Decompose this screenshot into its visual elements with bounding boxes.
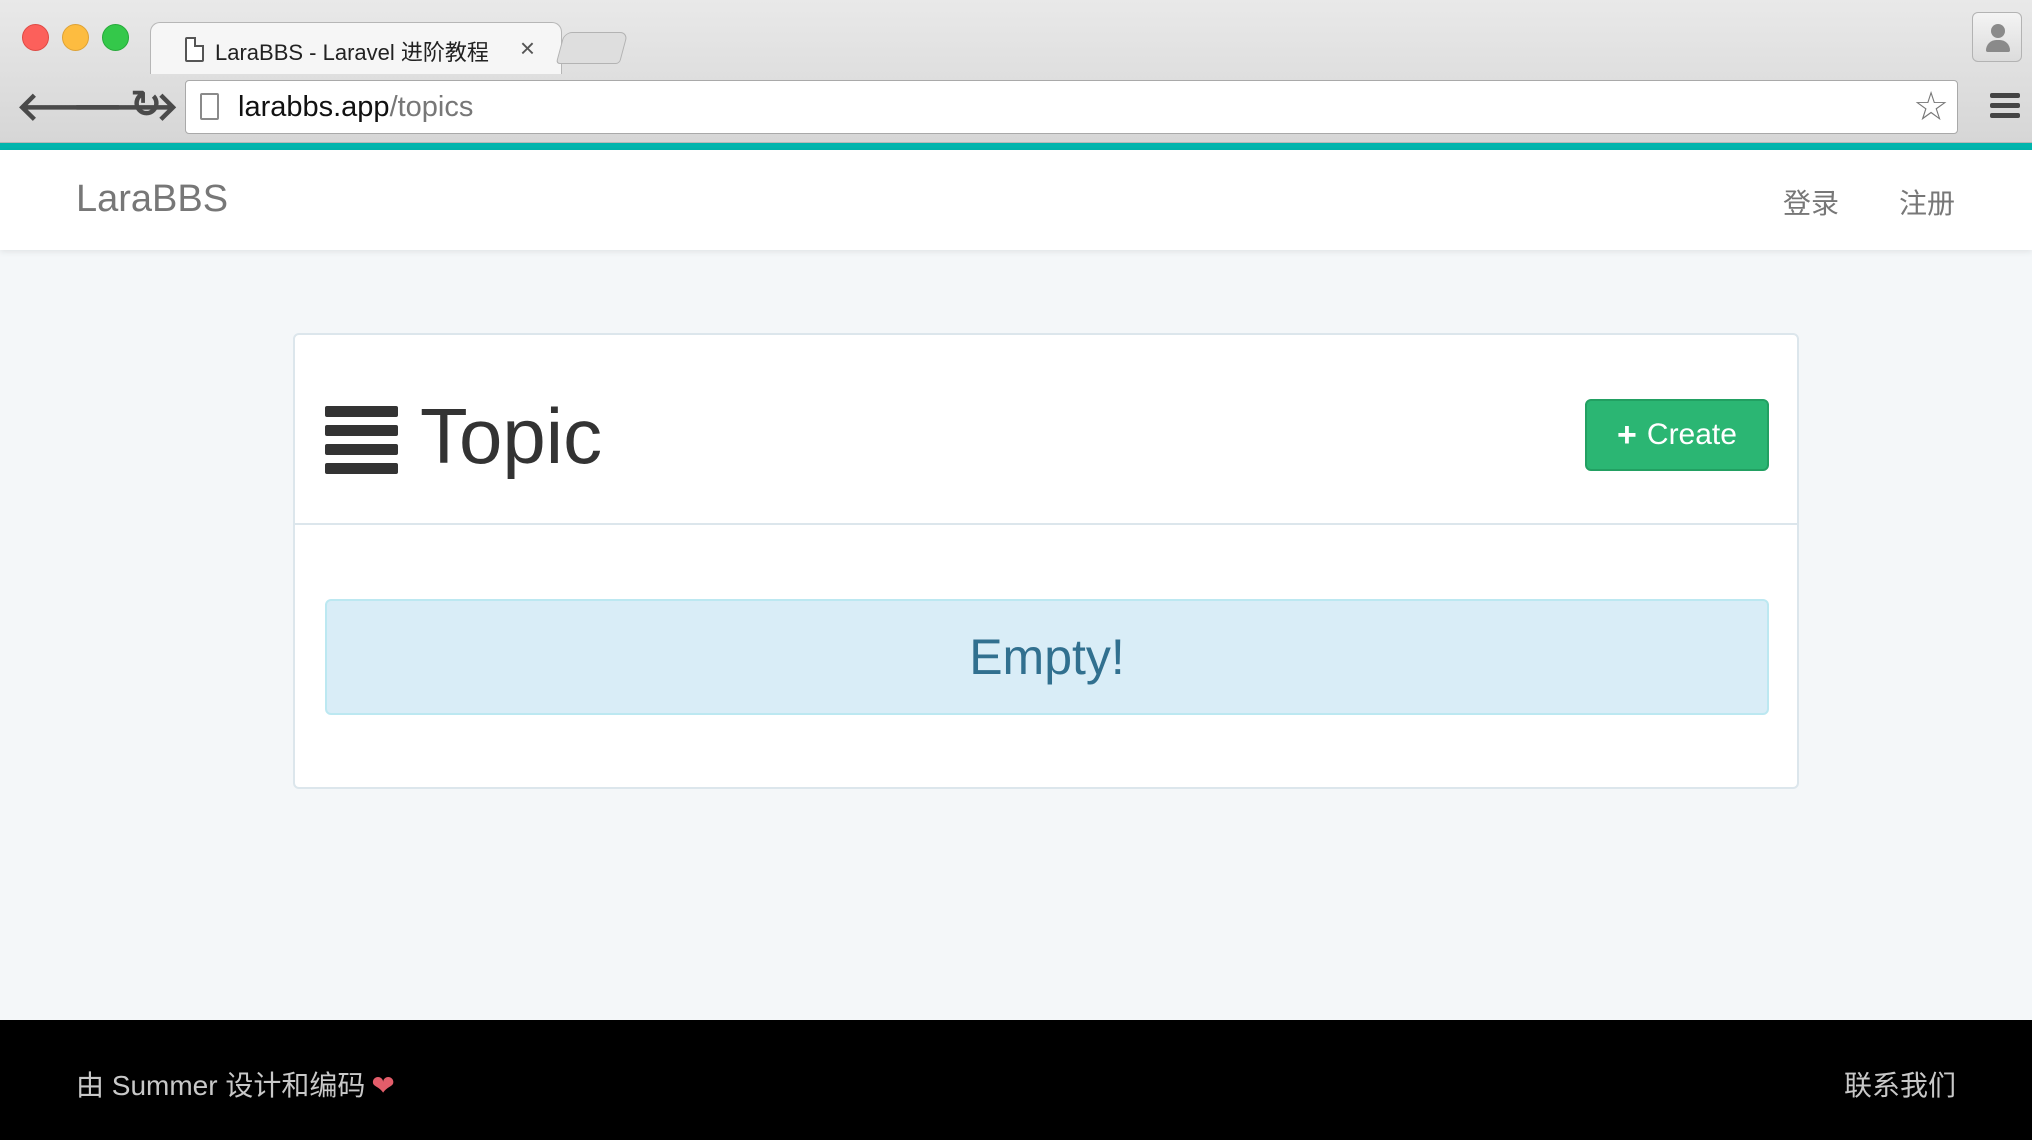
site-footer: 由 Summer 设计和编码 ❤ 联系我们: [0, 1020, 2032, 1140]
address-bar[interactable]: larabbs.app/topics ☆: [185, 80, 1958, 134]
browser-chrome: LaraBBS - Laravel 进阶教程 × 🡐 🡒 ↻ larabbs.a…: [0, 0, 2032, 143]
minimize-window-button[interactable]: [62, 24, 89, 51]
empty-state-alert: Empty!: [325, 599, 1769, 715]
heart-icon: ❤: [371, 1070, 395, 1101]
accent-bar: [0, 143, 2032, 150]
create-topic-button[interactable]: + Create: [1585, 399, 1769, 471]
tab-title: LaraBBS - Laravel 进阶教程: [215, 40, 489, 65]
tab-close-icon[interactable]: ×: [520, 33, 535, 63]
url-text[interactable]: larabbs.app/topics: [238, 91, 473, 124]
empty-message: Empty!: [969, 629, 1125, 685]
profile-icon[interactable]: [1972, 12, 2022, 62]
panel-header: Topic + Create: [295, 335, 1797, 525]
topics-panel: Topic + Create Empty!: [293, 333, 1799, 789]
browser-tab[interactable]: LaraBBS - Laravel 进阶教程 ×: [150, 22, 562, 74]
create-button-label: Create: [1646, 418, 1737, 451]
list-icon: [325, 406, 398, 474]
footer-credit-text: 由 Summer 设计和编码: [76, 1070, 366, 1101]
arrow-right-icon[interactable]: 🡒: [72, 87, 179, 127]
document-icon: [185, 37, 204, 62]
page-title: Topic: [420, 392, 603, 480]
footer-credit: 由 Summer 设计和编码 ❤: [76, 1064, 395, 1104]
register-link[interactable]: 注册: [1899, 182, 1955, 222]
url-path: /topics: [389, 91, 474, 123]
url-host: larabbs.app: [238, 91, 390, 123]
brand-logo[interactable]: LaraBBS: [76, 178, 228, 221]
new-tab-button[interactable]: [555, 32, 629, 64]
reload-icon[interactable]: ↻: [130, 85, 162, 125]
login-link[interactable]: 登录: [1783, 182, 1839, 222]
close-window-button[interactable]: [22, 24, 49, 51]
star-icon[interactable]: ☆: [1913, 85, 1949, 129]
site-navbar: LaraBBS 登录 注册: [0, 150, 2032, 250]
maximize-window-button[interactable]: [102, 24, 129, 51]
page-info-icon[interactable]: [200, 93, 219, 120]
plus-icon: +: [1617, 416, 1637, 454]
hamburger-menu-icon[interactable]: [1990, 93, 2020, 119]
contact-us-link[interactable]: 联系我们: [1844, 1064, 1956, 1104]
